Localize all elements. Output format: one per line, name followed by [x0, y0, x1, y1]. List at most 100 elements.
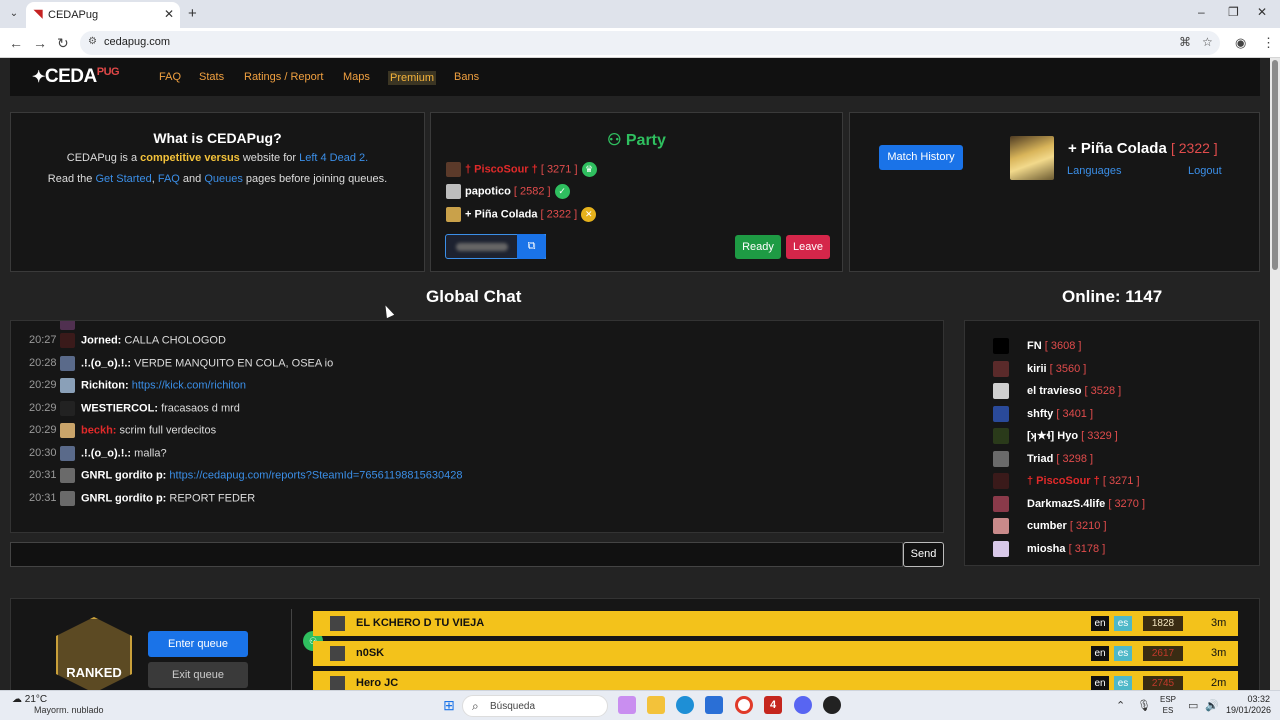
chat-avatar[interactable]	[60, 378, 75, 393]
profile-icon[interactable]: ◉	[1235, 35, 1246, 51]
menu-kebab-icon[interactable]: ⋮	[1262, 35, 1275, 51]
minimize-icon[interactable]: –	[1198, 5, 1205, 19]
nav-stats[interactable]: Stats	[199, 71, 224, 83]
url-field[interactable]: ⚙ cedapug.com ⌘ ☆	[80, 31, 1220, 55]
copy-code-button[interactable]: ⧉	[517, 234, 546, 259]
forward-icon[interactable]: →	[33, 35, 47, 51]
faq-link[interactable]: FAQ	[158, 173, 180, 185]
online-user[interactable]: † PiscoSour † [ 3271 ]	[993, 473, 1140, 491]
online-user[interactable]: shfty [ 3401 ]	[993, 405, 1093, 424]
about-text: and	[179, 173, 205, 185]
tray-chevron-icon[interactable]: ⌃	[1116, 699, 1125, 712]
store-icon[interactable]	[705, 696, 723, 714]
discord-icon[interactable]	[794, 696, 812, 714]
ready-button[interactable]: Ready	[735, 235, 781, 259]
chat-author[interactable]: beckh:	[81, 424, 116, 436]
chat-avatar[interactable]	[60, 400, 75, 416]
chat-link[interactable]: https://cedapug.com/reports?SteamId=7656…	[169, 469, 462, 481]
copilot-icon[interactable]	[618, 696, 636, 714]
site-info-icon[interactable]: ⚙	[88, 36, 97, 47]
send-button[interactable]: Send	[903, 542, 944, 567]
chat-avatar[interactable]	[60, 445, 75, 461]
windows-start-icon[interactable]: ⊞	[440, 696, 458, 714]
user-avatar[interactable]	[1010, 136, 1054, 180]
online-user[interactable]: DarkmazS.4life [ 3270 ]	[993, 495, 1145, 514]
restore-icon[interactable]: ❐	[1228, 5, 1239, 19]
network-icon[interactable]: ▭	[1188, 699, 1198, 712]
nav-ratings-report[interactable]: Ratings / Report	[244, 71, 323, 83]
nav-maps[interactable]: Maps	[343, 71, 370, 83]
volume-icon[interactable]: 🔊	[1205, 699, 1219, 712]
bookmark-star-icon[interactable]: ☆	[1202, 35, 1213, 49]
queue-avatar	[330, 616, 345, 631]
queue-entry[interactable]: EL KCHERO D TU VIEJA en es 1828 3m	[313, 611, 1238, 636]
chat-author[interactable]: Richiton:	[81, 379, 129, 391]
online-user[interactable]: cumber [ 3210 ]	[993, 518, 1107, 536]
party-member[interactable]: † PiscoSour † [ 3271 ] ♛	[446, 162, 597, 180]
chat-input[interactable]	[10, 542, 903, 567]
left4dead-icon[interactable]: 4	[764, 696, 782, 714]
online-user[interactable]: el travieso [ 3528 ]	[993, 383, 1121, 401]
chat-link[interactable]: https://kick.com/richiton	[132, 379, 246, 391]
leave-button[interactable]: Leave	[786, 235, 830, 259]
logout-link[interactable]: Logout	[1188, 165, 1222, 177]
online-user-elo: [ 3298 ]	[1056, 452, 1094, 465]
chat-author[interactable]: WESTIERCOL:	[81, 402, 158, 414]
chat-avatar[interactable]	[60, 333, 75, 348]
nav-bans[interactable]: Bans	[454, 71, 479, 83]
match-history-button[interactable]: Match History	[879, 145, 963, 170]
steam-icon[interactable]	[823, 696, 841, 714]
online-user[interactable]: FN [ 3608 ]	[993, 338, 1081, 356]
chat-avatar[interactable]	[60, 355, 75, 371]
edge-icon[interactable]	[676, 696, 694, 714]
file-explorer-icon[interactable]	[647, 696, 665, 714]
taskbar-search[interactable]: ⌕ Búsqueda	[462, 695, 608, 717]
translate-icon[interactable]: ⌘	[1179, 35, 1191, 49]
chat-avatar[interactable]	[60, 423, 75, 438]
chat-author[interactable]: .!.(o_o).!.:	[81, 357, 131, 369]
chat-author[interactable]: GNRL gordito p:	[81, 469, 166, 481]
system-clock[interactable]: 03:32 19/01/2026	[1226, 694, 1271, 716]
enter-queue-button[interactable]: Enter queue	[148, 631, 248, 657]
new-tab-icon[interactable]: +	[188, 5, 197, 22]
nav-premium[interactable]: Premium	[388, 71, 437, 85]
party-member-avatar	[446, 162, 461, 177]
weather-icon: ☁	[12, 694, 25, 705]
nav-faq[interactable]: FAQ	[159, 71, 181, 83]
scrollbar-thumb[interactable]	[1272, 60, 1278, 270]
microphone-icon[interactable]: 🎙	[1137, 699, 1151, 712]
site-logo[interactable]: ✦CEDAPUG	[32, 66, 120, 88]
chat-avatar[interactable]	[60, 490, 75, 506]
chat-avatar[interactable]	[60, 468, 75, 483]
chat-text: scrim full verdecitos	[119, 424, 217, 437]
queue-entry[interactable]: Hero JC en es 2745 2m	[313, 671, 1238, 690]
online-users-list[interactable]: FN [ 3608 ] kirii [ 3560 ] el travieso [ 3…	[964, 320, 1260, 566]
page-scrollbar[interactable]	[1270, 58, 1280, 690]
chat-log[interactable]: 20:27 Jorned: CALLA CHOLOGOD 20:28 .!.(o_o)…	[10, 320, 944, 533]
chat-message: 20:27 Jorned: CALLA CHOLOGOD	[29, 333, 226, 349]
queue-entry[interactable]: n0SK en es 2617 3m	[313, 641, 1238, 666]
l4d2-link[interactable]: Left 4 Dead 2.	[299, 152, 368, 164]
chat-author[interactable]: GNRL gordito p:	[81, 492, 166, 504]
input-language[interactable]: ESP ES	[1160, 694, 1176, 716]
reload-icon[interactable]: ↻	[57, 35, 69, 52]
languages-link[interactable]: Languages	[1067, 165, 1121, 177]
get-started-link[interactable]: Get Started	[95, 173, 151, 185]
online-user[interactable]: kirii [ 3560 ]	[993, 360, 1086, 379]
party-member[interactable]: papotico [ 2582 ] ✓	[446, 184, 570, 202]
queues-link[interactable]: Queues	[204, 173, 243, 185]
exit-queue-button[interactable]: Exit queue	[148, 662, 248, 688]
weather-temp[interactable]: ☁ 21°C	[12, 694, 47, 705]
chat-author[interactable]: Jorned:	[81, 334, 121, 346]
tab-search-icon[interactable]: ⌄	[6, 7, 22, 21]
online-user[interactable]: miosha [ 3178 ]	[993, 540, 1105, 559]
online-user[interactable]: Triad [ 3298 ]	[993, 450, 1094, 469]
back-icon[interactable]: ←	[9, 35, 23, 51]
online-user[interactable]: [ʞ★ɬ] Hyo [ 3329 ]	[993, 428, 1118, 446]
close-window-icon[interactable]: ✕	[1257, 5, 1267, 19]
party-member[interactable]: + Piña Colada [ 2322 ] ✕	[446, 207, 597, 225]
browser-tab[interactable]: ◥ CEDAPug ✕	[26, 2, 180, 28]
chat-author[interactable]: .!.(o_o).!.:	[81, 447, 131, 459]
chrome-icon[interactable]	[735, 696, 753, 714]
close-tab-icon[interactable]: ✕	[164, 7, 174, 21]
